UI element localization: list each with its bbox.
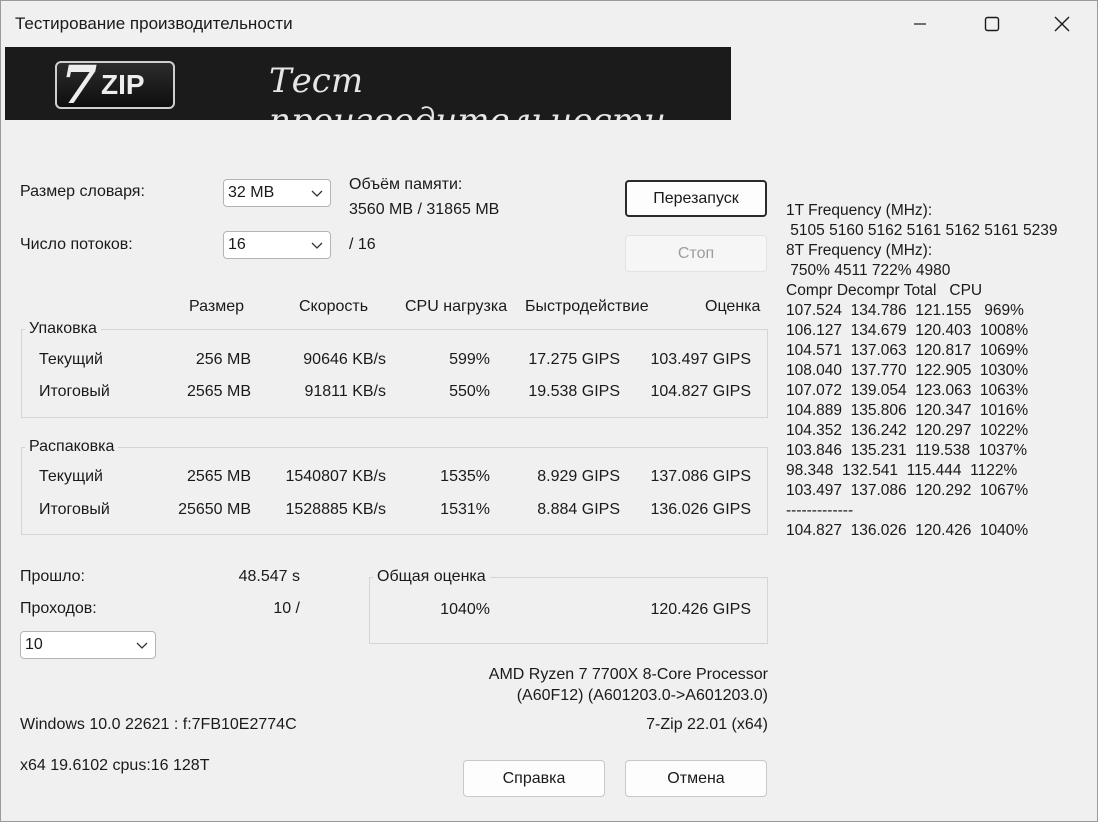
close-icon bbox=[1054, 16, 1070, 32]
cancel-button[interactable]: Отмена bbox=[625, 760, 767, 797]
log-line: 104.889 135.806 120.347 1016% bbox=[786, 402, 1029, 419]
benchmark-window: Тестирование производительности 7 ZIP Те… bbox=[0, 0, 1098, 822]
maximize-icon bbox=[984, 16, 1000, 32]
log-line: Compr Decompr Total CPU bbox=[786, 282, 983, 299]
minimize-button[interactable] bbox=[885, 1, 955, 47]
log-line: 103.846 135.231 119.538 1037% bbox=[786, 442, 1028, 459]
log-line: 107.072 139.054 123.063 1063% bbox=[786, 382, 1029, 399]
log-line: 103.497 137.086 120.292 1067% bbox=[786, 482, 1029, 499]
dict-size-select[interactable]: 32 MB bbox=[223, 179, 331, 207]
maximize-button[interactable] bbox=[957, 1, 1027, 47]
log-line: 107.524 134.786 121.155 969% bbox=[786, 302, 1024, 319]
log-line: ------------- bbox=[786, 502, 854, 519]
total-cpu: 1040% bbox=[440, 601, 490, 618]
total-rating: 120.426 GIPS bbox=[650, 601, 751, 618]
passes-value: 10 / bbox=[273, 600, 300, 617]
log-line: 106.127 134.679 120.403 1008% bbox=[786, 322, 1029, 339]
elapsed-label: Прошло: bbox=[20, 568, 85, 585]
header-size: Размер bbox=[189, 298, 244, 315]
log-panel: 1T Frequency (MHz): 5105 5160 5162 5161 … bbox=[786, 181, 1058, 581]
minimize-icon bbox=[914, 23, 926, 25]
log-line: 104.827 136.026 120.426 1040% bbox=[786, 522, 1029, 539]
stop-button[interactable]: Стоп bbox=[625, 235, 767, 272]
log-line: 108.040 137.770 122.905 1030% bbox=[786, 362, 1029, 379]
elapsed-value: 48.547 s bbox=[238, 568, 300, 585]
chevron-down-icon bbox=[311, 190, 323, 197]
window-title: Тестирование производительности bbox=[15, 14, 293, 33]
version-label: 7-Zip 22.01 (x64) bbox=[646, 716, 768, 733]
7zip-logo: 7 ZIP bbox=[55, 55, 175, 116]
log-line: 104.571 137.063 120.817 1069% bbox=[786, 342, 1029, 359]
dict-label: Размер словаря: bbox=[20, 183, 145, 200]
log-line: 5105 5160 5162 5161 5162 5161 5239 bbox=[786, 222, 1058, 239]
cpu-id: (A60F12) (A601203.0->A601203.0) bbox=[516, 687, 768, 704]
threads-select[interactable]: 16 bbox=[223, 231, 331, 259]
total-title: Общая оценка bbox=[373, 568, 490, 586]
help-button[interactable]: Справка bbox=[463, 760, 605, 797]
restart-button[interactable]: Перезапуск bbox=[625, 180, 767, 217]
log-line: 1T Frequency (MHz): bbox=[786, 202, 933, 219]
decompress-group bbox=[21, 447, 768, 535]
chevron-down-icon bbox=[136, 642, 148, 649]
chevron-down-icon bbox=[311, 242, 323, 249]
threads-label: Число потоков: bbox=[20, 236, 133, 253]
memory-value: 3560 MB / 31865 MB bbox=[349, 201, 500, 218]
log-line: 750% 4511 722% 4980 bbox=[786, 262, 951, 279]
header-rating: Оценка bbox=[705, 298, 761, 315]
log-line: 104.352 136.242 120.297 1022% bbox=[786, 422, 1029, 439]
header-speed: Скорость bbox=[299, 298, 369, 315]
banner-text: Тест производительности bbox=[269, 61, 666, 120]
compress-group bbox=[21, 329, 768, 418]
header-perf: Быстродействие bbox=[525, 298, 649, 315]
decompress-title: Распаковка bbox=[25, 438, 119, 456]
log-line: 98.348 132.541 115.444 1122% bbox=[786, 462, 1018, 479]
passes-label: Проходов: bbox=[20, 600, 97, 617]
compress-title: Упаковка bbox=[25, 320, 101, 338]
os-info: Windows 10.0 22621 : f:7FB10E2774C bbox=[20, 716, 297, 733]
threads-max: / 16 bbox=[349, 236, 376, 253]
log-line: 8T Frequency (MHz): bbox=[786, 242, 933, 259]
passes-select[interactable]: 10 bbox=[20, 631, 156, 659]
close-button[interactable] bbox=[1027, 1, 1097, 47]
header-cpu: CPU нагрузка bbox=[405, 298, 508, 315]
arch-info: x64 19.6102 cpus:16 128T bbox=[20, 757, 210, 774]
cpu-name: AMD Ryzen 7 7700X 8-Core Processor bbox=[488, 666, 768, 683]
memory-label: Объём памяти: bbox=[349, 176, 463, 193]
title-bar: Тестирование производительности bbox=[1, 1, 1097, 47]
banner: 7 ZIP Тест производительности bbox=[5, 47, 731, 120]
